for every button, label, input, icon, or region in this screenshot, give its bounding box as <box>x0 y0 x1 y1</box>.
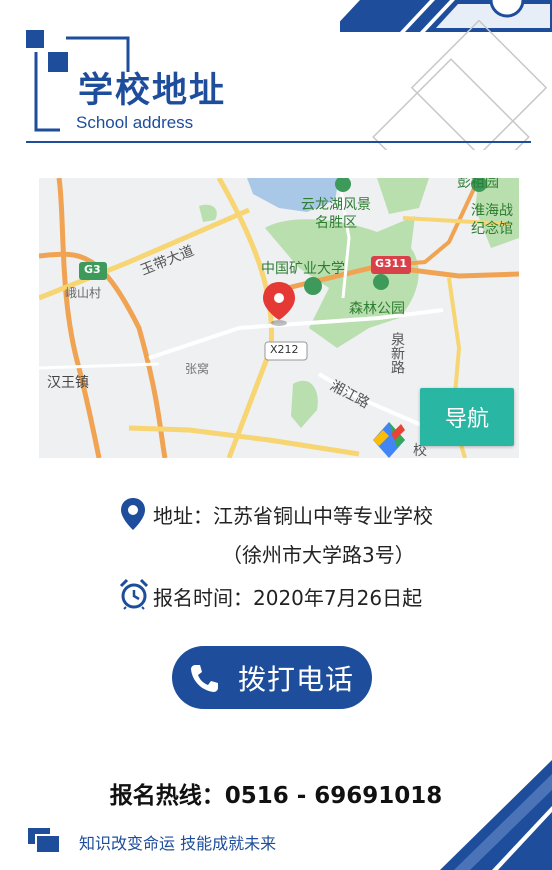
alarm-clock-icon <box>119 578 149 610</box>
call-button-label: 拨打电话 <box>238 662 355 696</box>
map-label-scenic: 名胜区 <box>315 215 357 231</box>
phone-icon <box>191 664 218 692</box>
call-button[interactable]: 拨打电话 <box>172 646 372 709</box>
address-line-1: 地址：江苏省铜山中等专业学校 <box>153 504 433 528</box>
page-subtitle: School address <box>76 113 194 132</box>
footer-slogan: 知识改变命运 技能成就未来 <box>79 834 277 853</box>
corner-decoration-top <box>340 0 552 150</box>
location-icon <box>121 498 145 530</box>
footer-logo-icon <box>28 828 61 854</box>
registration-time: 报名时间：2020年7月26日起 <box>153 586 423 610</box>
navigate-button[interactable]: 导航 <box>420 388 514 446</box>
map-label-pengzu: 彭祖园 <box>457 178 499 191</box>
map-label-university: 中国矿业大学 <box>261 261 345 277</box>
map-label-g3: G3 <box>84 263 101 276</box>
map-label-huaihai-1: 淮海战 <box>471 203 513 219</box>
page-title: 学校地址 <box>78 71 227 111</box>
map-label-g311: G311 <box>375 257 407 270</box>
map-label-forest-park: 森林公园 <box>349 301 405 317</box>
map-label-eshan: 峨山村 <box>65 286 102 300</box>
map-label-huaihai-2: 纪念馆 <box>471 221 513 237</box>
header-divider <box>26 141 531 143</box>
address-line-2: （徐州市大学路3号） <box>222 543 415 567</box>
map-label-zhangwo: 张窝 <box>185 362 210 376</box>
corner-decoration-bottom <box>440 760 552 870</box>
map-label-lake: 云龙湖风景 <box>301 197 371 213</box>
map-label-hanwang: 汉王镇 <box>47 375 89 391</box>
map-label-quanxin-road: 泉新路 <box>389 332 405 374</box>
map-label-x212: X212 <box>270 343 299 356</box>
